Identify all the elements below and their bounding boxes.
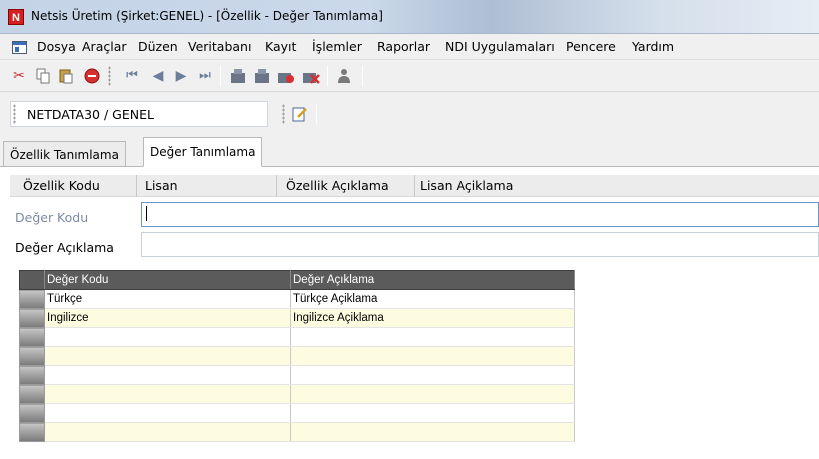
cell-deger-kodu[interactable]: Türkçe xyxy=(44,289,291,309)
last-record-icon[interactable]: ⏭ xyxy=(196,67,214,85)
toolbar-separator xyxy=(316,104,317,124)
edit-document-icon[interactable] xyxy=(291,105,309,123)
menu-ndi-uygulamalari[interactable]: NDI Uygulamaları xyxy=(445,39,555,54)
row-indicator[interactable] xyxy=(19,327,45,347)
path-grip[interactable] xyxy=(13,104,16,124)
table-row[interactable] xyxy=(19,384,575,404)
first-record-icon[interactable]: ⏮ xyxy=(123,67,141,85)
menu-duzen[interactable]: Düzen xyxy=(138,39,178,54)
toolbar-separator xyxy=(220,66,221,86)
paste-icon[interactable] xyxy=(57,67,75,85)
cell-deger-aciklama[interactable] xyxy=(290,365,575,385)
property-header-row: Özellik Kodu Lisan Özellik Açıklama Lisa… xyxy=(10,175,819,197)
main-toolbar: ✂ ⏮ ◀ ▶ ⏭ xyxy=(0,60,819,92)
column-divider xyxy=(136,175,137,197)
menu-araclar[interactable]: Araçlar xyxy=(82,39,127,54)
table-row[interactable]: Ingilizce Ingilizce Açiklama xyxy=(19,308,575,328)
delete-icon[interactable] xyxy=(302,67,320,85)
menu-bar: Dosya Araçlar Düzen Veritabanı Kayıt İşl… xyxy=(0,34,819,60)
toolbar-separator xyxy=(362,66,363,86)
cut-icon[interactable]: ✂ xyxy=(10,67,28,85)
netsis-logo-icon: N xyxy=(8,9,24,25)
table-row[interactable] xyxy=(19,422,575,442)
header-ozellik-kodu: Özellik Kodu xyxy=(23,178,100,193)
mdi-window-icon[interactable] xyxy=(12,41,27,54)
deger-kodu-input[interactable] xyxy=(141,202,819,227)
deger-aciklama-input[interactable] xyxy=(141,232,819,257)
tab-deger-tanimlama[interactable]: Değer Tanımlama xyxy=(143,137,263,167)
text-caret xyxy=(146,206,147,221)
header-lisan: Lisan xyxy=(145,178,178,193)
header-lisan-aciklama: Lisan Açiklama xyxy=(420,178,514,193)
cancel-icon[interactable] xyxy=(83,67,101,85)
cell-deger-kodu[interactable] xyxy=(44,346,291,366)
grid-header-deger-aciklama[interactable]: Değer Açıklama xyxy=(290,270,575,290)
copy-icon[interactable] xyxy=(34,67,52,85)
prev-record-icon[interactable]: ◀ xyxy=(149,67,167,85)
row-indicator[interactable] xyxy=(19,308,45,328)
row-indicator[interactable] xyxy=(19,365,45,385)
row-indicator[interactable] xyxy=(19,289,45,309)
row-indicator[interactable] xyxy=(19,422,45,442)
cell-deger-kodu[interactable] xyxy=(44,422,291,442)
cell-deger-kodu[interactable] xyxy=(44,384,291,404)
cell-deger-aciklama[interactable] xyxy=(290,422,575,442)
save-as-icon[interactable] xyxy=(253,67,271,85)
table-row[interactable] xyxy=(19,346,575,366)
row-indicator[interactable] xyxy=(19,403,45,423)
toolbar-grip[interactable] xyxy=(282,104,285,124)
save-icon[interactable] xyxy=(229,67,247,85)
grid-header-deger-kodu[interactable]: Değer Kodu xyxy=(44,270,291,290)
cell-deger-aciklama[interactable]: Ingilizce Açiklama xyxy=(290,308,575,328)
row-indicator[interactable] xyxy=(19,384,45,404)
window-title: Netsis Üretim (Şirket:GENEL) - [Özellik … xyxy=(31,9,383,23)
menu-raporlar[interactable]: Raporlar xyxy=(377,39,430,54)
cell-deger-kodu[interactable] xyxy=(44,327,291,347)
toolbar-grip[interactable] xyxy=(108,66,111,86)
user-icon[interactable] xyxy=(335,67,353,85)
column-divider xyxy=(276,175,277,197)
cell-deger-kodu[interactable] xyxy=(44,403,291,423)
menu-islemler[interactable]: İşlemler xyxy=(312,39,362,54)
menu-veritabani[interactable]: Veritabanı xyxy=(188,39,251,54)
next-record-icon[interactable]: ▶ xyxy=(172,67,190,85)
export-icon[interactable] xyxy=(277,67,295,85)
menu-pencere[interactable]: Pencere xyxy=(566,39,616,54)
toolbar-separator xyxy=(327,66,328,86)
cell-deger-aciklama[interactable] xyxy=(290,327,575,347)
tab-strip: Özellik Tanımlama Değer Tanımlama xyxy=(0,137,819,167)
deger-aciklama-label: Değer Açıklama xyxy=(15,240,114,255)
menu-yardim[interactable]: Yardım xyxy=(632,39,674,54)
menu-dosya[interactable]: Dosya xyxy=(37,39,76,54)
table-row[interactable] xyxy=(19,365,575,385)
cell-deger-aciklama[interactable] xyxy=(290,403,575,423)
header-ozellik-aciklama: Özellik Açıklama xyxy=(286,178,389,193)
deger-kodu-label: Değer Kodu xyxy=(15,210,89,225)
table-row[interactable] xyxy=(19,327,575,347)
cell-deger-kodu[interactable]: Ingilizce xyxy=(44,308,291,328)
cell-deger-aciklama[interactable]: Türkçe Açiklama xyxy=(290,289,575,309)
column-divider xyxy=(414,175,415,197)
row-indicator[interactable] xyxy=(19,346,45,366)
table-row[interactable]: Türkçe Türkçe Açiklama xyxy=(19,289,575,309)
menu-kayit[interactable]: Kayıt xyxy=(265,39,296,54)
company-path-box: NETDATA30 / GENEL xyxy=(10,101,268,127)
grid-corner xyxy=(19,270,45,290)
cell-deger-kodu[interactable] xyxy=(44,365,291,385)
tab-ozellik-tanimlama[interactable]: Özellik Tanımlama xyxy=(3,141,126,167)
company-path-label: NETDATA30 / GENEL xyxy=(27,107,154,122)
values-grid: Değer Kodu Değer Açıklama Türkçe Türkçe … xyxy=(19,270,575,442)
cell-deger-aciklama[interactable] xyxy=(290,346,575,366)
title-bar: N Netsis Üretim (Şirket:GENEL) - [Özelli… xyxy=(0,0,819,34)
cell-deger-aciklama[interactable] xyxy=(290,384,575,404)
path-bar: NETDATA30 / GENEL xyxy=(0,98,819,132)
table-row[interactable] xyxy=(19,403,575,423)
